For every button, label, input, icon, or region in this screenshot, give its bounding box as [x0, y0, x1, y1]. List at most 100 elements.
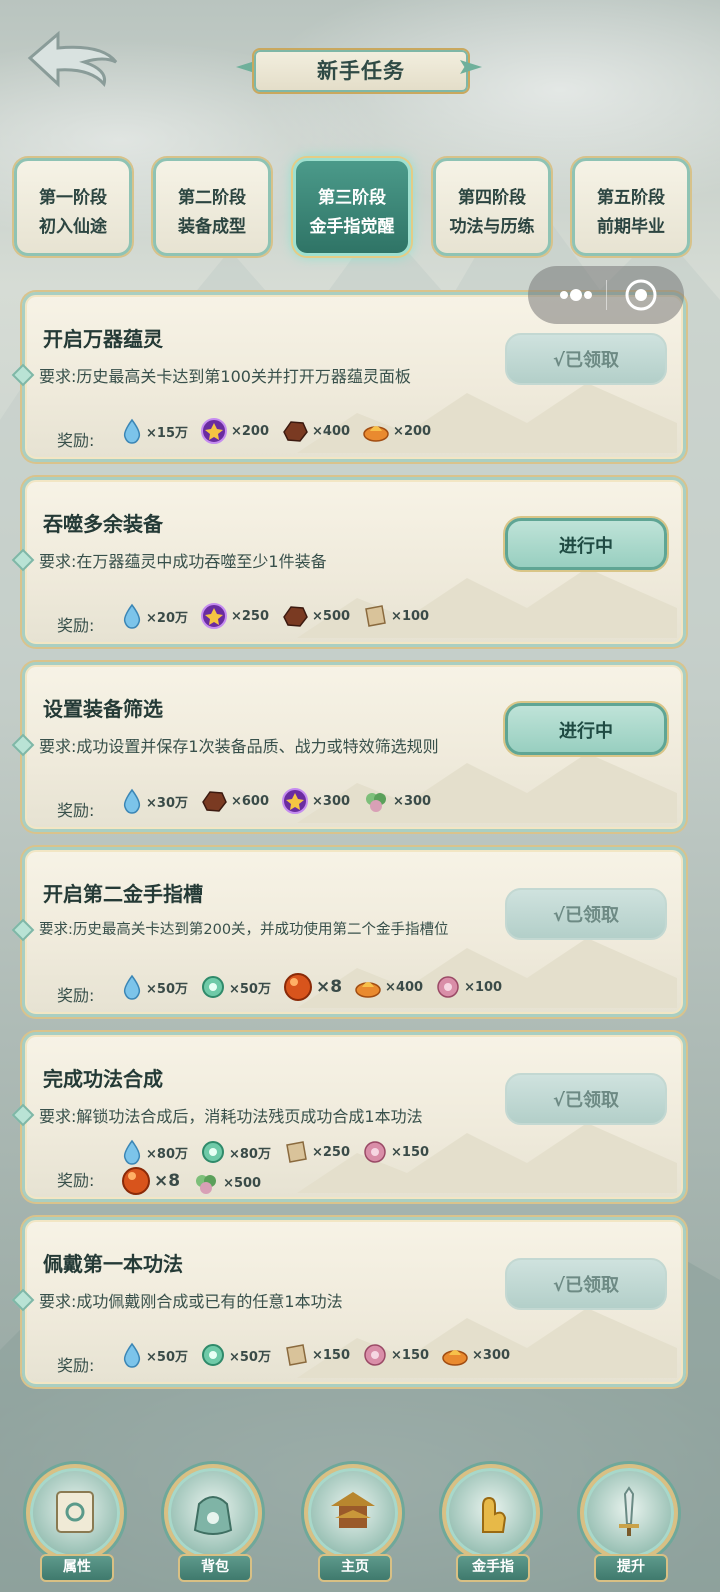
tab-stage-5-line2: 前期毕业 [597, 217, 665, 237]
nav-home[interactable]: 主页 [298, 1456, 408, 1586]
fire-pearl-icon [122, 1167, 150, 1195]
reward-item: ×50万 [121, 974, 188, 1000]
in-progress-button[interactable]: 进行中 [505, 703, 667, 755]
ore-chunk-icon [202, 791, 227, 812]
reward-list: ×80万 ×80万 ×250 ×150 ×8 ×500 [121, 1139, 501, 1197]
reward-item: ×15万 [121, 418, 188, 444]
herb-bundle-icon [366, 793, 387, 812]
reward-quantity: ×150 [311, 1347, 350, 1363]
task-name: 完成功法合成 [43, 1067, 163, 1091]
reward-item: ×200 [362, 419, 431, 443]
purple-gem-icon [200, 418, 227, 444]
task-card: 吞噬多余装备 要求:在万器蕴灵中成功吞噬至少1件装备 进行中 奖励: ×20万 … [11, 477, 686, 647]
nav-golden-finger[interactable]: 金手指 [436, 1456, 546, 1586]
reward-item: ×50万 [200, 974, 271, 1000]
reward-quantity: ×150 [391, 1347, 430, 1363]
spirit-water-icon [123, 603, 141, 629]
claimed-button[interactable]: √已领取 [505, 333, 667, 385]
nav-label: 金手指 [456, 1554, 530, 1582]
claimed-button[interactable]: √已领取 [505, 1073, 667, 1125]
reward-quantity: ×100 [391, 608, 430, 624]
pavilion-icon [331, 1492, 375, 1528]
purple-gem-icon [282, 788, 309, 814]
reward-label: 奖励: [57, 986, 95, 1005]
reward-quantity: ×50万 [146, 981, 188, 997]
reward-quantity: ×8 [154, 1171, 181, 1191]
reward-quantity: ×50万 [146, 1349, 188, 1365]
reward-item: ×8 [121, 1166, 180, 1196]
in-progress-button[interactable]: 进行中 [505, 518, 667, 570]
close-miniprogram-button[interactable] [624, 278, 658, 312]
page-title: 新手任务 [252, 48, 470, 94]
task-requirement: 要求:成功设置并保存1次装备品质、战力或特效筛选规则 [39, 737, 439, 756]
flame-cake-icon [355, 982, 381, 998]
reward-quantity: ×8 [315, 977, 343, 997]
reward-quantity: ×250 [230, 608, 270, 624]
reward-item: ×500 [281, 603, 350, 629]
reward-item: ×100 [435, 974, 502, 1000]
reward-list: ×20万 ×250 ×500 ×100 [121, 602, 441, 630]
tab-stage-4-line2: 功法与历练 [449, 217, 535, 237]
tab-stage-2[interactable]: 第二阶段 装备成型 [153, 158, 271, 256]
spirit-water-icon [123, 1342, 141, 1368]
reward-list: ×30万 ×600 ×300 ×300 [121, 787, 443, 815]
reward-quantity: ×15万 [146, 425, 188, 441]
reward-quantity: ×200 [393, 423, 432, 439]
claimed-button[interactable]: √已领取 [505, 888, 667, 940]
task-card: 设置装备筛选 要求:成功设置并保存1次装备品质、战力或特效筛选规则 进行中 奖励… [11, 662, 686, 832]
reward-label: 奖励: [57, 1356, 95, 1375]
reward-item: ×30万 [121, 788, 188, 814]
spirit-water-icon [123, 1139, 141, 1165]
more-menu-button[interactable] [548, 280, 604, 310]
reward-quantity: ×80万 [146, 1146, 188, 1162]
pink-flower-icon [437, 976, 459, 998]
reward-quantity: ×250 [311, 1144, 350, 1160]
tab-stage-2-line2: 装备成型 [178, 217, 246, 237]
nav-backpack[interactable]: 背包 [158, 1456, 268, 1586]
more-dots-icon [560, 289, 592, 301]
reward-item: ×150 [362, 1342, 429, 1368]
reward-quantity: ×150 [391, 1144, 430, 1160]
herb-bundle-icon [196, 1175, 217, 1194]
nav-upgrade[interactable]: 提升 [574, 1456, 684, 1586]
task-name: 佩戴第一本功法 [43, 1252, 183, 1276]
reward-item: ×50万 [200, 1342, 271, 1368]
jade-orb-icon [201, 1344, 224, 1366]
task-requirement: 要求:历史最高关卡达到第100关并打开万器蕴灵面板 [39, 367, 411, 386]
spirit-water-icon [123, 418, 141, 444]
tab-stage-1[interactable]: 第一阶段 初入仙途 [14, 158, 132, 256]
tab-stage-4[interactable]: 第四阶段 功法与历练 [433, 158, 551, 256]
reward-quantity: ×600 [230, 793, 270, 809]
flame-cake-icon [363, 426, 389, 442]
reward-item: ×250 [283, 1139, 350, 1165]
tab-stage-3-line2: 金手指觉醒 [309, 217, 395, 237]
claimed-button[interactable]: √已领取 [505, 1258, 667, 1310]
back-button[interactable] [24, 26, 124, 90]
nav-label: 属性 [40, 1554, 114, 1582]
reward-item: ×20万 [121, 603, 188, 629]
reward-item: ×80万 [200, 1139, 271, 1165]
back-arrow-icon [27, 30, 118, 88]
tab-stage-3-line1: 第三阶段 [318, 188, 386, 208]
tab-stage-5[interactable]: 第五阶段 前期毕业 [572, 158, 690, 256]
jade-orb-icon [201, 1141, 224, 1163]
reward-item: ×8 [283, 972, 342, 1002]
bag-icon [193, 1496, 233, 1535]
scroll-fragment-icon [365, 605, 386, 627]
task-requirement: 要求:历史最高关卡达到第200关，并成功使用第二个金手指槽位 [39, 922, 449, 938]
task-requirement: 要求:成功佩戴刚合成或已有的任意1本功法 [39, 1292, 343, 1311]
sword-icon [619, 1486, 639, 1536]
task-requirement: 要求:解锁功法合成后，消耗功法残页成功合成1本功法 [39, 1107, 423, 1126]
reward-label: 奖励: [57, 1171, 95, 1190]
reward-item: ×600 [200, 788, 269, 814]
reward-item: ×500 [192, 1169, 261, 1197]
task-name: 开启万器蕴灵 [43, 327, 163, 351]
tab-stage-3[interactable]: 第三阶段 金手指觉醒 [293, 158, 411, 256]
nav-label: 提升 [594, 1554, 668, 1582]
reward-label: 奖励: [57, 616, 95, 635]
reward-quantity: ×100 [464, 979, 503, 995]
reward-item: ×300 [441, 1343, 510, 1367]
reward-quantity: ×50万 [228, 981, 271, 997]
nav-attributes[interactable]: 属性 [20, 1456, 130, 1586]
jade-orb-icon [201, 976, 224, 998]
